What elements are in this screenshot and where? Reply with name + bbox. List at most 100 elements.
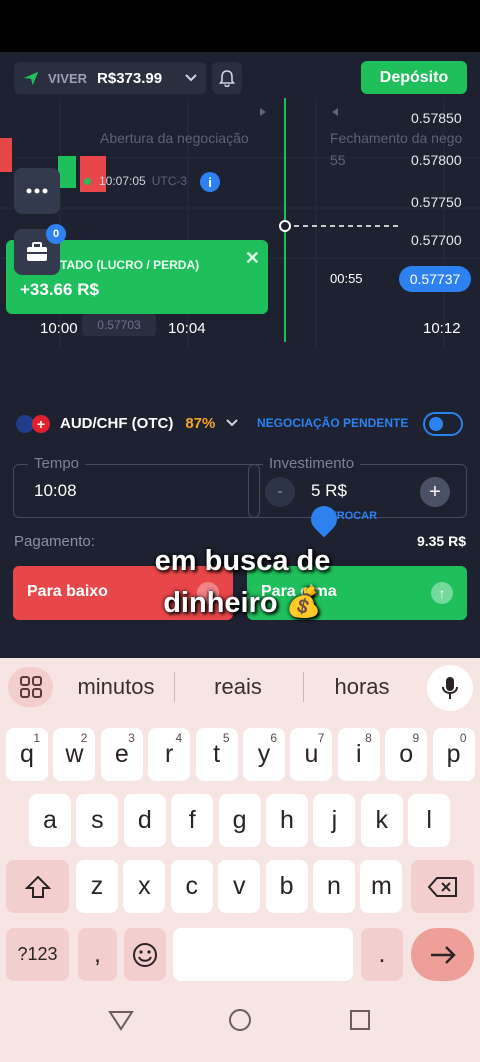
mic-icon	[442, 677, 458, 699]
emoji-icon	[133, 942, 157, 967]
home-icon[interactable]	[228, 1008, 252, 1032]
key-x[interactable]: x	[123, 860, 166, 913]
bell-icon	[218, 70, 236, 87]
suggestion-item[interactable]: reais	[184, 674, 292, 700]
key-hint: 9	[412, 731, 420, 745]
recents-icon[interactable]	[349, 1009, 371, 1031]
briefcase-icon	[27, 242, 47, 261]
account-balance: R$373.99	[97, 69, 163, 87]
notifications-button[interactable]	[212, 62, 242, 94]
key-b[interactable]: b	[265, 860, 308, 913]
key-r[interactable]: r4	[148, 728, 191, 781]
time-value: 10:08	[34, 481, 77, 500]
key-f[interactable]: f	[171, 794, 214, 847]
suggestion-item[interactable]: minutos	[60, 674, 172, 700]
key-hint: 8	[365, 731, 372, 745]
asset-name: AUD/CHF (OTC)	[60, 414, 174, 432]
key-hint: 5	[222, 731, 230, 745]
suggestion-divider	[174, 672, 175, 702]
chevron-down-icon	[226, 419, 239, 427]
key-j[interactable]: j	[313, 794, 356, 847]
shift-key[interactable]	[6, 860, 69, 913]
key-letter: e	[114, 740, 129, 768]
key-c[interactable]: c	[170, 860, 213, 913]
candle	[0, 138, 12, 172]
close-trade-label: Fechamento da nego	[330, 130, 463, 146]
key-l[interactable]: l	[408, 794, 451, 847]
system-nav-bar	[0, 990, 480, 1062]
payment-label: Pagamento:	[14, 533, 95, 550]
key-k[interactable]: k	[360, 794, 403, 847]
soft-keyboard: minutos reais horas q1w2e3r4t5y6u7i8o9p0…	[0, 658, 480, 990]
key-g[interactable]: g	[218, 794, 261, 847]
key-letter: q	[20, 740, 34, 768]
time-field[interactable]: Tempo 10:08	[13, 455, 260, 518]
key-a[interactable]: a	[29, 794, 71, 847]
account-selector[interactable]: VIVER R$373.99	[14, 62, 206, 94]
toggle-knob	[429, 417, 443, 431]
suggestion-item[interactable]: horas	[310, 674, 414, 700]
key-u[interactable]: u7	[290, 728, 333, 781]
time-legend: Tempo	[28, 455, 86, 472]
emoji-key[interactable]	[124, 928, 166, 981]
key-v[interactable]: v	[218, 860, 261, 913]
key-hint: 6	[270, 731, 277, 745]
voice-input-button[interactable]	[427, 665, 473, 711]
close-icon[interactable]: ✕	[245, 248, 260, 269]
keyboard-apps-button[interactable]	[8, 667, 53, 707]
expiry-countdown: 00:55	[328, 271, 365, 286]
key-n[interactable]: n	[313, 860, 355, 913]
key-y[interactable]: y6	[243, 728, 285, 781]
trade-open-time: 10:07:05 UTC-3	[84, 174, 187, 188]
period-key[interactable]: .	[361, 928, 403, 981]
arrow-right-icon	[430, 945, 456, 964]
result-value: +33.66 R$	[20, 280, 99, 299]
info-icon[interactable]: i	[200, 172, 220, 192]
currency-flags-icon: +	[14, 412, 52, 434]
key-m[interactable]: m	[360, 860, 403, 913]
account-mode-label: VIVER	[48, 70, 88, 86]
more-menu-button[interactable]	[14, 168, 60, 214]
key-z[interactable]: z	[76, 860, 118, 913]
key-letter: r	[165, 740, 174, 768]
increase-button[interactable]: +	[420, 477, 450, 507]
key-letter: u	[304, 740, 319, 768]
key-letter: o	[399, 740, 414, 768]
result-label: TADO (LUCRO / PERDA)	[60, 258, 200, 272]
back-icon[interactable]	[108, 1008, 134, 1032]
arrow-up-icon: ↑	[431, 582, 453, 604]
symbols-key[interactable]: ?123	[6, 928, 69, 981]
comma-key[interactable]: ,	[78, 928, 117, 981]
backspace-key[interactable]	[411, 860, 474, 913]
asset-selector[interactable]: + AUD/CHF (OTC) 87%	[14, 408, 239, 438]
enter-key[interactable]	[411, 928, 474, 981]
key-hint: 3	[128, 731, 135, 745]
investment-legend: Investimento	[263, 455, 361, 472]
deposit-button[interactable]: Depósito	[361, 61, 467, 94]
decrease-button[interactable]: -	[265, 477, 295, 507]
timezone-label: UTC-3	[151, 174, 188, 188]
pending-trade-toggle[interactable]	[423, 412, 463, 436]
key-w[interactable]: w2	[53, 728, 96, 781]
key-i[interactable]: i8	[337, 728, 380, 781]
investment-value[interactable]: 5 R$	[311, 481, 347, 501]
key-hint: 7	[317, 731, 325, 745]
trading-app: VIVER R$373.99 Depósito 0.57850 0.57800 …	[0, 52, 480, 658]
price-axis-label: 0.57800	[411, 152, 462, 168]
key-h[interactable]: h	[266, 794, 308, 847]
swap-button[interactable]: TROCAR	[330, 510, 377, 522]
key-e[interactable]: e3	[100, 728, 143, 781]
key-d[interactable]: d	[123, 794, 166, 847]
key-p[interactable]: p0	[432, 728, 475, 781]
current-price-tag: 0.57737	[399, 266, 471, 292]
candle	[58, 156, 76, 188]
key-s[interactable]: s	[76, 794, 119, 847]
key-letter: y	[257, 740, 271, 768]
key-t[interactable]: t5	[195, 728, 238, 781]
key-o[interactable]: o9	[385, 728, 428, 781]
key-letter: i	[356, 740, 362, 768]
dots-icon	[26, 188, 48, 194]
key-q[interactable]: q1	[6, 728, 48, 781]
space-key[interactable]	[173, 928, 353, 981]
time-axis-label: 10:12	[423, 320, 461, 337]
